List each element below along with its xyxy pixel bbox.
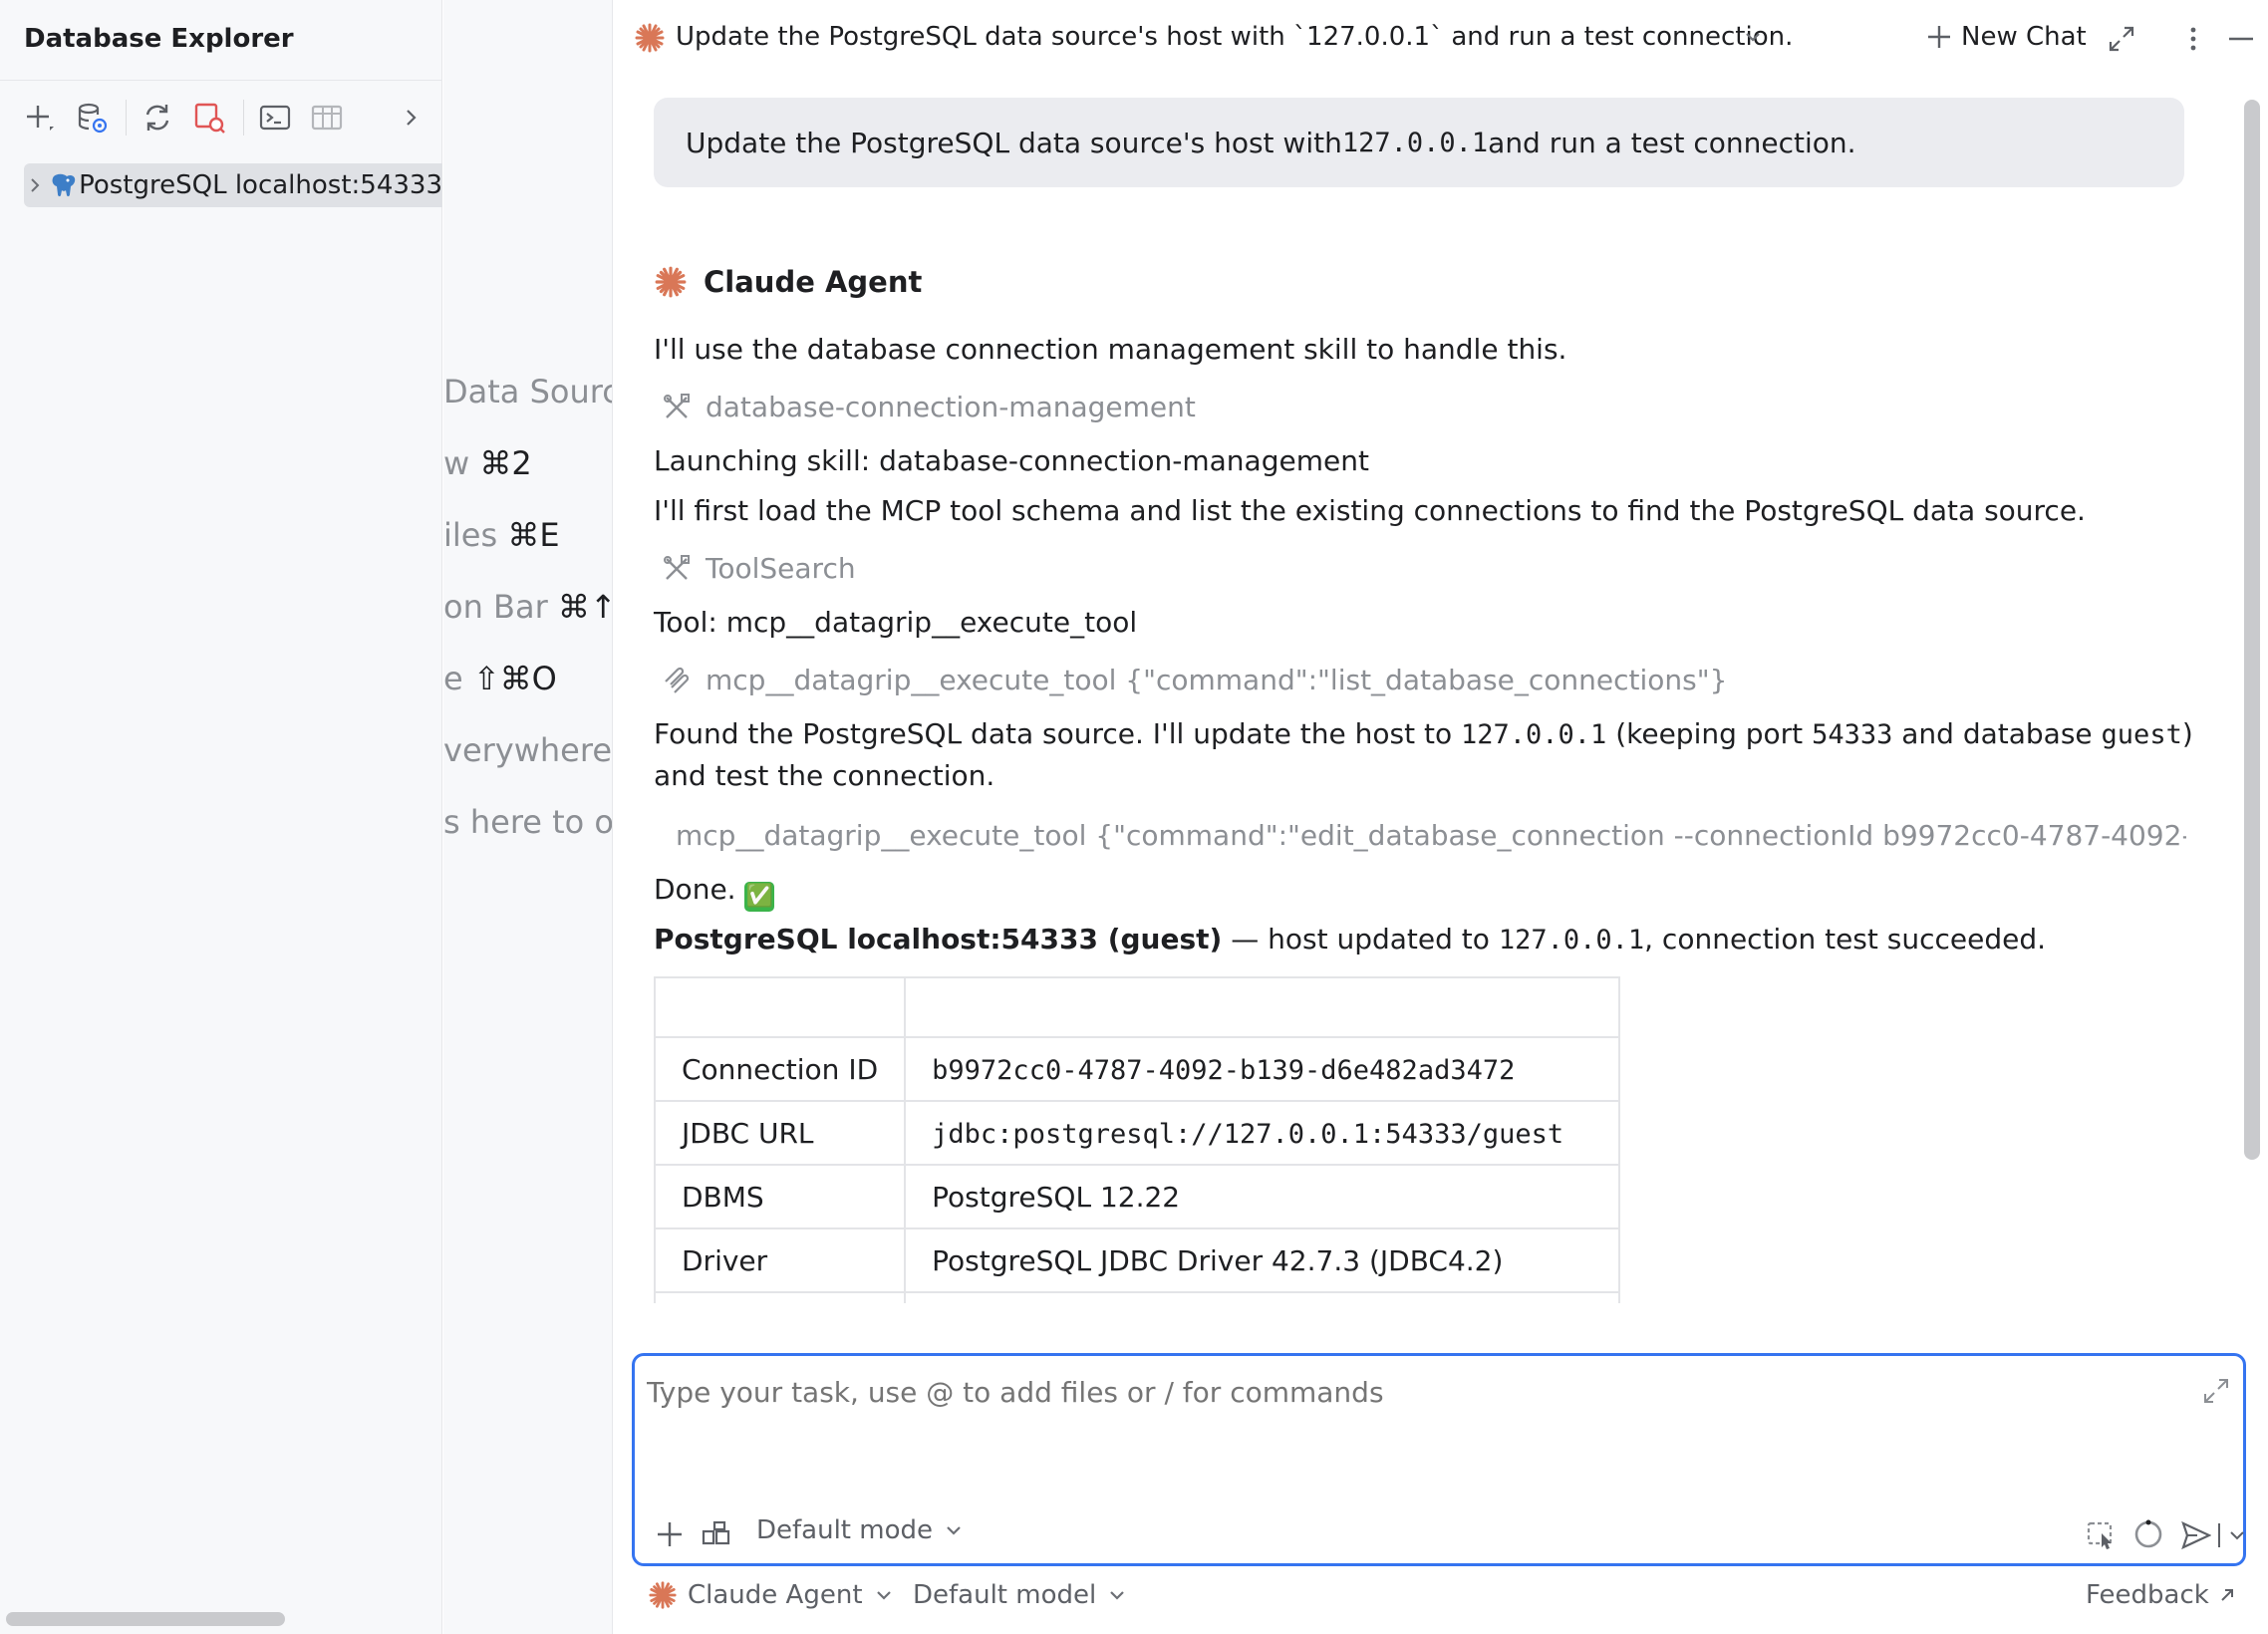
chevron-down-icon[interactable] bbox=[1742, 26, 1764, 52]
claude-logo-icon bbox=[649, 1581, 677, 1609]
tools-icon bbox=[664, 554, 690, 580]
model-selector[interactable]: Default model bbox=[913, 1580, 1128, 1610]
agent-text: Found the PostgreSQL data source. I'll u… bbox=[654, 717, 2193, 750]
postgresql-elephant-icon bbox=[47, 170, 79, 200]
add-icon[interactable] bbox=[20, 98, 60, 137]
refresh-icon[interactable] bbox=[138, 98, 177, 137]
tool-call-edit-connection[interactable]: mcp__datagrip__execute_tool {"command":"… bbox=[662, 819, 2186, 852]
connection-details-table: Connection ID b9972cc0-4787-4092-b139-d6… bbox=[653, 976, 1620, 1303]
select-element-icon[interactable] bbox=[2086, 1519, 2118, 1555]
empty-hint: s here to op bbox=[443, 803, 613, 841]
query-console-icon[interactable] bbox=[255, 98, 295, 137]
summary-text: PostgreSQL localhost:54333 (guest) — hos… bbox=[654, 923, 2047, 955]
tree-item-label: PostgreSQL localhost:54333 bbox=[79, 170, 442, 200]
empty-hint: on Bar ⌘↑ bbox=[443, 588, 613, 626]
chevron-right-icon[interactable] bbox=[391, 98, 430, 137]
mcp-tool-icon bbox=[665, 667, 690, 693]
add-context-icon[interactable] bbox=[701, 1519, 732, 1553]
user-message: Update the PostgreSQL data source's host… bbox=[654, 98, 2184, 187]
chat-footer: Claude Agent Default model Feedback bbox=[614, 1580, 2268, 1626]
chevron-right-icon[interactable] bbox=[24, 175, 47, 195]
sidebar-title: Database Explorer bbox=[24, 24, 294, 54]
new-chat-label: New Chat bbox=[1961, 22, 2087, 52]
chevron-down-icon bbox=[876, 1591, 891, 1600]
expand-input-icon[interactable] bbox=[2201, 1376, 2231, 1410]
tree-item-postgresql[interactable]: PostgreSQL localhost:54333 bbox=[24, 163, 442, 207]
chevron-down-icon[interactable] bbox=[2227, 1525, 2247, 1545]
agent-text: Launching skill: database-connection-man… bbox=[654, 444, 1369, 477]
table-header-row bbox=[653, 976, 1620, 1038]
toolbar-separator bbox=[126, 100, 127, 136]
tool-call-list-connections[interactable]: mcp__datagrip__execute_tool {"command":"… bbox=[662, 664, 2186, 696]
data-source-properties-icon[interactable] bbox=[72, 98, 112, 137]
tool-call-skill[interactable]: database-connection-management bbox=[662, 391, 2186, 423]
sidebar-divider bbox=[0, 80, 442, 81]
database-explorer-panel: Database Explorer PostgreSQL localhost:5… bbox=[0, 0, 442, 1634]
agent-text: I'll use the database connection managem… bbox=[654, 333, 1567, 366]
claude-logo-icon bbox=[634, 22, 666, 58]
empty-hint: w ⌘2 bbox=[443, 444, 532, 482]
claude-logo-icon bbox=[655, 266, 687, 298]
table-row: Driver PostgreSQL JDBC Driver 42.7.3 (JD… bbox=[653, 1227, 1620, 1293]
disconnect-icon[interactable] bbox=[189, 98, 229, 137]
empty-hint: e ⇧⌘O bbox=[443, 660, 557, 697]
task-input-box: Default mode bbox=[632, 1353, 2246, 1566]
empty-hint: iles ⌘E bbox=[443, 516, 560, 554]
loading-spinner-icon bbox=[2131, 1517, 2165, 1555]
feedback-link[interactable]: Feedback bbox=[2086, 1580, 2237, 1610]
tools-icon bbox=[664, 393, 690, 418]
more-options-icon[interactable] bbox=[2176, 22, 2210, 56]
task-input[interactable] bbox=[647, 1376, 2141, 1409]
expand-icon[interactable] bbox=[2105, 22, 2138, 56]
chat-header: Update the PostgreSQL data source's host… bbox=[614, 0, 2268, 80]
agent-header: Claude Agent bbox=[654, 265, 922, 299]
empty-hint: verywhere bbox=[443, 731, 612, 769]
agent-text: I'll first load the MCP tool schema and … bbox=[654, 494, 2086, 527]
chevron-down-icon bbox=[947, 1526, 961, 1535]
agent-selector[interactable]: Claude Agent bbox=[648, 1580, 895, 1610]
chat-title: Update the PostgreSQL data source's host… bbox=[676, 22, 1794, 52]
table-view-icon bbox=[307, 98, 347, 137]
table-row: Connection ID b9972cc0-4787-4092-b139-d6… bbox=[653, 1036, 1620, 1102]
agent-text: and test the connection. bbox=[654, 759, 995, 792]
external-link-arrow-icon bbox=[2221, 1589, 2233, 1601]
agent-chat-panel: Update the PostgreSQL data source's host… bbox=[614, 0, 2268, 1634]
plus-icon bbox=[1928, 26, 1950, 48]
agent-text: Tool: mcp__datagrip__execute_tool bbox=[654, 606, 1138, 639]
new-chat-button[interactable]: New Chat bbox=[1925, 22, 2087, 52]
horizontal-scrollbar[interactable] bbox=[6, 1612, 285, 1626]
mode-dropdown[interactable]: Default mode bbox=[756, 1515, 965, 1545]
toolbar-separator bbox=[243, 100, 244, 136]
tool-call-search[interactable]: ToolSearch bbox=[662, 552, 2186, 585]
done-text: Done. ✅ bbox=[654, 873, 775, 912]
empty-state-panel: Data Sourc w ⌘2 iles ⌘E on Bar ⌘↑ e ⇧⌘O … bbox=[443, 0, 613, 1634]
empty-hint: Data Sourc bbox=[443, 373, 613, 410]
add-attachment-icon[interactable] bbox=[655, 1519, 685, 1553]
send-icon bbox=[2181, 1520, 2211, 1550]
agent-name: Claude Agent bbox=[704, 265, 923, 299]
minimize-icon[interactable] bbox=[2224, 22, 2258, 56]
check-mark-icon: ✅ bbox=[744, 882, 775, 912]
chat-messages: Update the PostgreSQL data source's host… bbox=[614, 80, 2248, 1303]
table-row: JDBC URL jdbc:postgresql://127.0.0.1:543… bbox=[653, 1100, 1620, 1166]
table-row bbox=[653, 1291, 1620, 1303]
send-button[interactable] bbox=[2179, 1519, 2247, 1551]
send-divider bbox=[2218, 1523, 2220, 1547]
chevron-down-icon bbox=[1110, 1591, 1125, 1600]
vertical-scrollbar[interactable] bbox=[2244, 100, 2260, 1160]
table-row: DBMS PostgreSQL 12.22 bbox=[653, 1164, 1620, 1229]
